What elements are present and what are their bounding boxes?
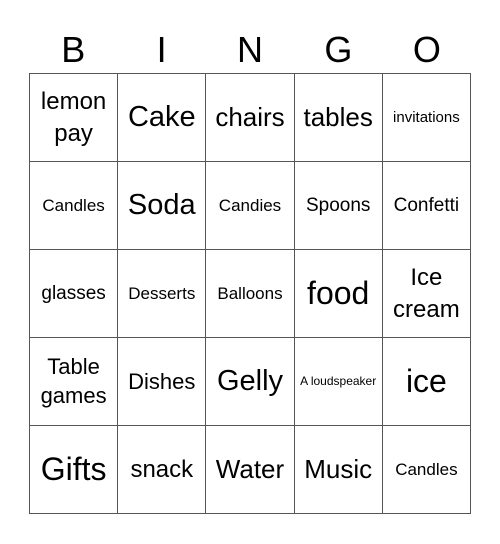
- bingo-cell[interactable]: Music: [294, 426, 383, 514]
- bingo-cell[interactable]: Table games: [30, 338, 119, 426]
- bingo-cell[interactable]: Gifts: [30, 426, 119, 514]
- header-letter-b: B: [61, 29, 86, 70]
- bingo-cell[interactable]: Candies: [206, 162, 295, 250]
- bingo-cell[interactable]: glasses: [30, 250, 119, 338]
- bingo-cell[interactable]: Desserts: [118, 250, 207, 338]
- header-letter-i: I: [156, 29, 167, 70]
- bingo-cell[interactable]: ice: [382, 338, 471, 426]
- bingo-cell[interactable]: snack: [118, 426, 207, 514]
- bingo-cell[interactable]: Spoons: [294, 162, 383, 250]
- bingo-cell[interactable]: Candles: [30, 162, 119, 250]
- bingo-cell[interactable]: Confetti: [382, 162, 471, 250]
- bingo-cell[interactable]: Water: [206, 426, 295, 514]
- bingo-cell[interactable]: Dishes: [118, 338, 207, 426]
- bingo-cell[interactable]: chairs: [206, 74, 295, 162]
- header-letter-o: O: [412, 29, 441, 70]
- bingo-cell[interactable]: A loudspeaker: [294, 338, 383, 426]
- header-letter-n: N: [237, 29, 264, 70]
- bingo-cell[interactable]: Cake: [118, 74, 207, 162]
- bingo-cell[interactable]: Gelly: [206, 338, 295, 426]
- bingo-cell[interactable]: Ice cream: [382, 250, 471, 338]
- bingo-cell[interactable]: Soda: [118, 162, 207, 250]
- bingo-cell[interactable]: lemon pay: [30, 74, 119, 162]
- bingo-cell[interactable]: food: [294, 250, 383, 338]
- bingo-cell[interactable]: invitations: [382, 74, 471, 162]
- bingo-cell[interactable]: Balloons: [206, 250, 295, 338]
- header-letter-g: G: [324, 29, 353, 70]
- bingo-header: B I N G O: [29, 28, 471, 72]
- bingo-cell[interactable]: Candles: [382, 426, 471, 514]
- bingo-grid: lemon pay Cake chairs tables invitations…: [29, 73, 471, 514]
- bingo-cell[interactable]: tables: [294, 74, 383, 162]
